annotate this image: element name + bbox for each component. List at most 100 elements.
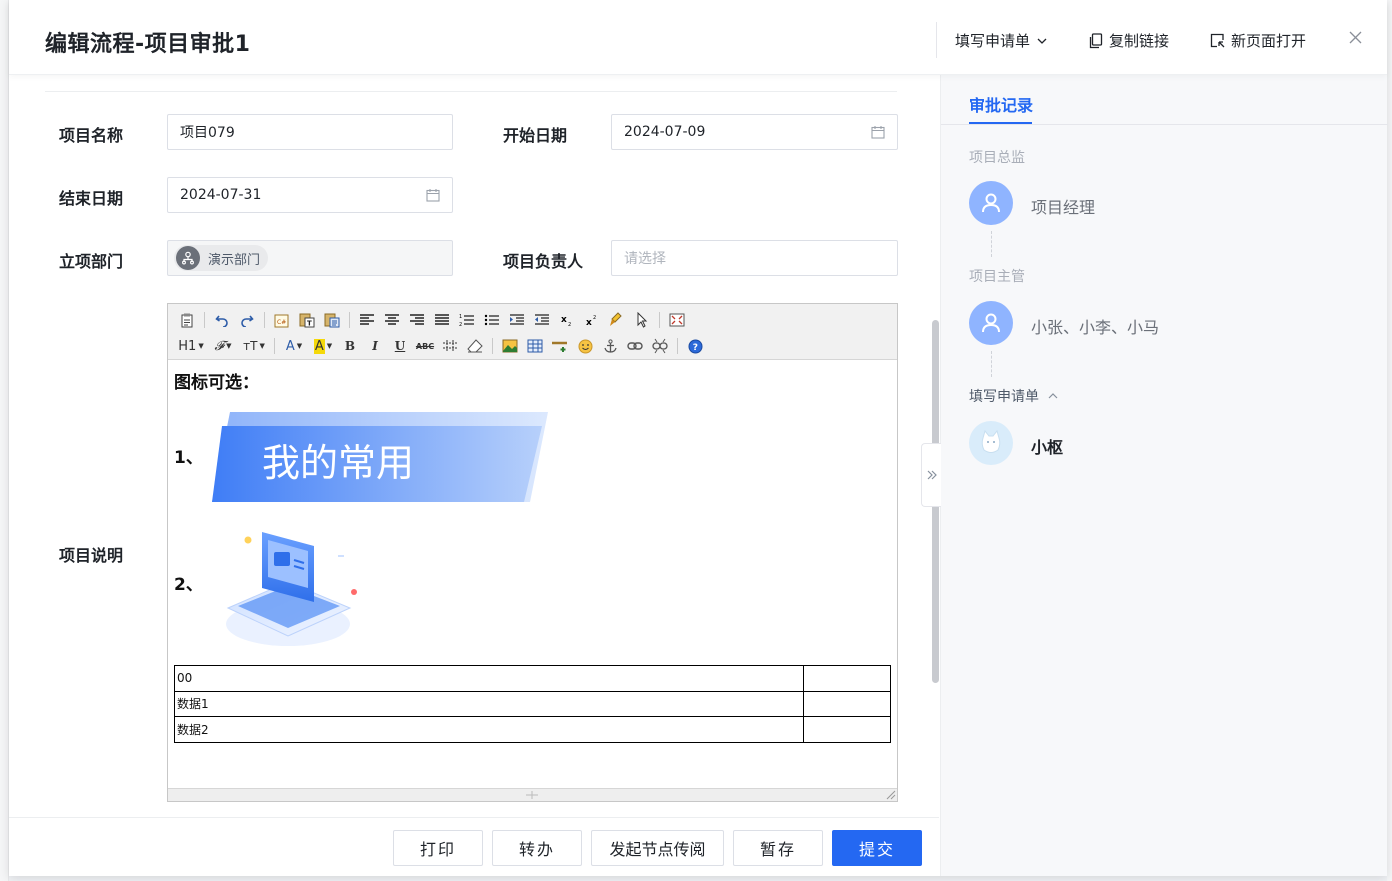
svg-text:1: 1 xyxy=(459,314,462,320)
end-date-picker[interactable]: 2024-07-31 xyxy=(167,177,453,213)
node-title-fill-form-label: 填写申请单 xyxy=(969,389,1039,405)
open-new-page-button[interactable]: 新页面打开 xyxy=(1210,30,1306,51)
select-all-icon[interactable] xyxy=(631,310,653,330)
fill-form-dropdown[interactable]: 填写申请单 xyxy=(955,30,1048,51)
copy-link-button[interactable]: 复制链接 xyxy=(1089,30,1169,51)
resize-handle-icon xyxy=(526,791,538,799)
external-window-icon xyxy=(1210,33,1225,48)
help-icon[interactable]: ? xyxy=(684,336,706,356)
department-field[interactable]: 演示部门 xyxy=(167,240,453,276)
svg-text:x: x xyxy=(586,318,592,327)
bold-button[interactable]: B xyxy=(339,336,361,356)
font-size-dropdown[interactable]: тT ▼ xyxy=(240,336,268,356)
table-cell[interactable] xyxy=(803,716,891,743)
underline-button[interactable]: U xyxy=(389,336,411,356)
eraser-icon[interactable] xyxy=(464,336,486,356)
svg-text:2: 2 xyxy=(459,322,462,327)
table-cell[interactable] xyxy=(803,665,891,692)
node-assignee-fill-form: 小枢 xyxy=(1031,438,1064,457)
content-item-1-number: 1、 xyxy=(174,448,203,468)
strikethrough-button[interactable]: ABC xyxy=(414,336,436,356)
resize-corner-icon xyxy=(886,790,896,800)
indent-icon[interactable] xyxy=(506,310,528,330)
node-title-fill-form[interactable]: 填写申请单 xyxy=(969,386,1059,406)
toolbar-separator xyxy=(264,312,265,328)
outdent-icon[interactable] xyxy=(531,310,553,330)
end-date-label: 结束日期 xyxy=(59,189,124,208)
highlight-color-icon[interactable]: A ▼ xyxy=(310,336,336,356)
align-left-icon[interactable] xyxy=(356,310,378,330)
format-painter-icon[interactable] xyxy=(606,310,628,330)
editor-content[interactable]: 图标可选： 1、 我的常用 2、 00 数据1 数据2 xyxy=(168,360,897,788)
undo-icon[interactable] xyxy=(211,310,233,330)
user-icon xyxy=(982,313,1000,333)
emoji-icon[interactable] xyxy=(574,336,596,356)
avatar xyxy=(969,421,1013,465)
link-icon[interactable] xyxy=(624,336,646,356)
circulate-button[interactable]: 发起节点传阅 xyxy=(591,830,724,866)
table-row: 数据2 xyxy=(174,716,891,743)
table-row: 数据1 xyxy=(174,690,891,717)
owner-select[interactable]: 请选择 xyxy=(611,240,898,276)
collapse-panel-toggle[interactable] xyxy=(921,443,941,507)
toolbar-row-1: C# T 12 x2 x2 xyxy=(176,308,889,332)
submit-button[interactable]: 提交 xyxy=(832,830,922,866)
fullscreen-icon[interactable] xyxy=(666,310,688,330)
start-date-value: 2024-07-09 xyxy=(624,124,706,140)
unlink-icon[interactable] xyxy=(649,336,671,356)
content-item-2-number: 2、 xyxy=(174,575,203,595)
align-right-icon[interactable] xyxy=(406,310,428,330)
my-favorites-banner: 我的常用 xyxy=(212,412,548,502)
node-title-supervisor: 项目主管 xyxy=(969,269,1025,285)
grid-icon[interactable] xyxy=(439,336,461,356)
department-tag: 演示部门 xyxy=(174,245,269,271)
redo-icon[interactable] xyxy=(236,310,258,330)
insert-image-icon[interactable] xyxy=(499,336,521,356)
toolbar-separator xyxy=(677,338,678,354)
svg-text:2: 2 xyxy=(568,322,571,327)
underline-label: U xyxy=(394,339,406,353)
close-button[interactable] xyxy=(1349,31,1362,44)
align-center-icon[interactable] xyxy=(381,310,403,330)
table-cell[interactable]: 00 xyxy=(174,665,804,692)
anchor-icon[interactable] xyxy=(599,336,621,356)
background-page-edge xyxy=(0,0,9,881)
insert-table-icon[interactable] xyxy=(524,336,546,356)
user-icon xyxy=(982,193,1000,213)
unordered-list-icon[interactable] xyxy=(481,310,503,330)
edit-process-dialog: 编辑流程-项目审批1 填写申请单 复制链接 新页面打开 项目名称 项目079 开… xyxy=(9,0,1388,876)
superscript-icon[interactable]: x2 xyxy=(581,310,603,330)
paste-text-icon[interactable]: T xyxy=(296,310,318,330)
font-color-icon[interactable]: A ▼ xyxy=(281,336,307,356)
computer-illustration xyxy=(226,532,357,646)
double-chevron-right-icon xyxy=(927,470,937,480)
subscript-icon[interactable]: x2 xyxy=(556,310,578,330)
bold-label: B xyxy=(344,339,356,353)
paste-word-icon[interactable]: C# xyxy=(271,310,293,330)
dialog-footer: 打印 转办 发起节点传阅 暂存 提交 xyxy=(9,817,939,876)
chevron-up-icon xyxy=(1048,393,1058,399)
print-button[interactable]: 打印 xyxy=(393,830,483,866)
start-date-picker[interactable]: 2024-07-09 xyxy=(611,114,898,150)
table-cell[interactable]: 数据1 xyxy=(174,690,804,717)
toolbar-separator xyxy=(659,312,660,328)
calendar-icon xyxy=(426,189,440,202)
save-draft-button[interactable]: 暂存 xyxy=(733,830,823,866)
rich-text-editor[interactable]: C# T 12 x2 x2 H1 ▼ 𝓕 ▼ тT ▼ A ▼ A ▼ B I … xyxy=(167,303,898,802)
paste-icon[interactable] xyxy=(321,310,343,330)
horizontal-rule-icon[interactable] xyxy=(549,336,571,356)
end-date-value: 2024-07-31 xyxy=(180,187,262,203)
heading-dropdown[interactable]: H1 ▼ xyxy=(176,336,206,356)
ordered-list-icon[interactable]: 12 xyxy=(456,310,478,330)
italic-button[interactable]: I xyxy=(364,336,386,356)
justify-icon[interactable] xyxy=(431,310,453,330)
close-icon xyxy=(1349,31,1362,44)
tab-approval-records[interactable]: 审批记录 xyxy=(969,92,1033,116)
font-family-dropdown[interactable]: 𝓕 ▼ xyxy=(209,336,237,356)
table-cell[interactable] xyxy=(803,690,891,717)
source-icon[interactable] xyxy=(176,310,198,330)
project-name-input[interactable]: 项目079 xyxy=(167,114,453,150)
editor-resize-bar[interactable] xyxy=(168,788,897,801)
transfer-button[interactable]: 转办 xyxy=(492,830,582,866)
table-cell[interactable]: 数据2 xyxy=(174,716,804,743)
